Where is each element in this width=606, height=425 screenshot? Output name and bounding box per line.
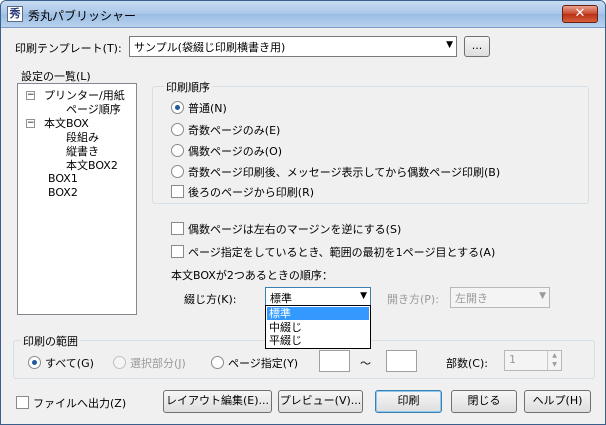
template-combo[interactable]: サンプル(袋綴じ印刷横書き用) ▼ (129, 36, 457, 57)
collapse-icon[interactable]: − (26, 91, 35, 100)
radio-normal[interactable] (171, 101, 184, 114)
page-to-input[interactable] (386, 350, 417, 372)
copies-label: 部数(C): (446, 357, 488, 370)
print-range-label: 印刷の範囲 (21, 333, 80, 349)
copies-value: 1 (509, 353, 516, 366)
radio-even-only-label: 偶数ページのみ(O) (188, 145, 283, 158)
dropdown-option-saddle[interactable]: 中綴じ (267, 321, 369, 334)
chevron-down-icon: ▼ (446, 40, 453, 50)
binding-dropdown-list[interactable]: 標準 中綴じ 平綴じ (265, 305, 371, 349)
radio-even-only[interactable] (171, 144, 184, 157)
close-window-button[interactable]: ✕ (562, 5, 598, 23)
radio-range-selection[interactable] (113, 356, 126, 369)
opening-combo[interactable]: 左開き ▼ (450, 287, 550, 308)
radio-odd-only-label: 奇数ページのみ(E) (188, 124, 281, 137)
radio-normal-label: 普通(N) (188, 102, 227, 115)
settings-tree[interactable]: − プリンター/用紙 ページ順序 − 本文BOX 段組み 縦書き 本文BOX2 … (17, 83, 137, 315)
window-title: 秀丸パブリッシャー (28, 9, 137, 23)
collapse-icon[interactable]: − (26, 119, 35, 128)
preview-button[interactable]: プレビュー(V)... (278, 390, 363, 413)
radio-odd-only[interactable] (171, 123, 184, 136)
chevron-down-icon: ▼ (539, 291, 546, 301)
reverse-order-label: 後ろのページから印刷(R) (188, 186, 315, 199)
opening-combo-value: 左開き (455, 292, 488, 305)
settings-list-label: 設定の一覧(L) (21, 70, 91, 83)
page-from-input[interactable] (319, 350, 350, 372)
print-button[interactable]: 印刷 (375, 390, 442, 413)
tree-item-box1[interactable]: BOX1 (48, 172, 78, 185)
binding-combo-value: 標準 (270, 292, 292, 305)
template-label: 印刷テンプレート(T): (15, 42, 122, 55)
template-combo-value: サンプル(袋綴じ印刷横書き用) (134, 41, 286, 54)
template-browse-button[interactable]: ... (464, 36, 490, 57)
first-page-checkbox[interactable] (171, 245, 184, 258)
title-bar[interactable]: 秀 秀丸パブリッシャー ✕ (1, 1, 605, 28)
radio-odd-then-even-label: 奇数ページ印刷後、メッセージ表示してから偶数ページ印刷(B) (188, 166, 501, 179)
tree-item-body-box2[interactable]: 本文BOX2 (66, 157, 118, 173)
layout-edit-button[interactable]: レイアウト編集(E)... (163, 390, 272, 413)
print-order-label: 印刷順序 (164, 79, 212, 95)
copies-stepper[interactable]: 1 ▲ ▼ (504, 350, 562, 371)
first-page-label: ページ指定をしているとき、範囲の最初を1ページ目とする(A) (188, 246, 496, 259)
swap-margin-label: 偶数ページは左右のマージンを逆にする(S) (188, 223, 402, 236)
reverse-order-checkbox[interactable] (171, 185, 184, 198)
file-output-checkbox[interactable] (16, 396, 29, 409)
radio-range-pages-label: ページ指定(Y) (228, 357, 299, 370)
range-tilde: ～ (360, 357, 371, 370)
radio-odd-then-even[interactable] (171, 165, 184, 178)
help-button[interactable]: ヘルプ(H) (524, 390, 591, 413)
radio-range-pages[interactable] (211, 356, 224, 369)
radio-range-selection-label: 選択部分(J) (130, 357, 186, 370)
radio-range-all[interactable] (28, 356, 41, 369)
dropdown-option-flat[interactable]: 平綴じ (267, 334, 369, 347)
spin-arrows-icon[interactable]: ▲ ▼ (547, 351, 561, 370)
radio-range-all-label: すべて(G) (45, 357, 94, 370)
chevron-down-icon: ▼ (360, 291, 367, 301)
opening-label: 開き方(P): (387, 293, 439, 306)
app-icon: 秀 (7, 6, 23, 22)
close-button[interactable]: 閉じる (451, 390, 517, 413)
file-output-label: ファイルへ出力(Z) (33, 397, 127, 410)
swap-margin-checkbox[interactable] (171, 222, 184, 235)
dropdown-option-standard[interactable]: 標準 (267, 307, 369, 320)
dialog-window: 秀 秀丸パブリッシャー ✕ 印刷テンプレート(T): サンプル(袋綴じ印刷横書き… (0, 0, 606, 425)
box-order-label: 本文BOXが2つあるときの順序： (171, 269, 333, 282)
tree-item-box2[interactable]: BOX2 (48, 186, 78, 199)
binding-label: 綴じ方(K): (184, 293, 237, 306)
